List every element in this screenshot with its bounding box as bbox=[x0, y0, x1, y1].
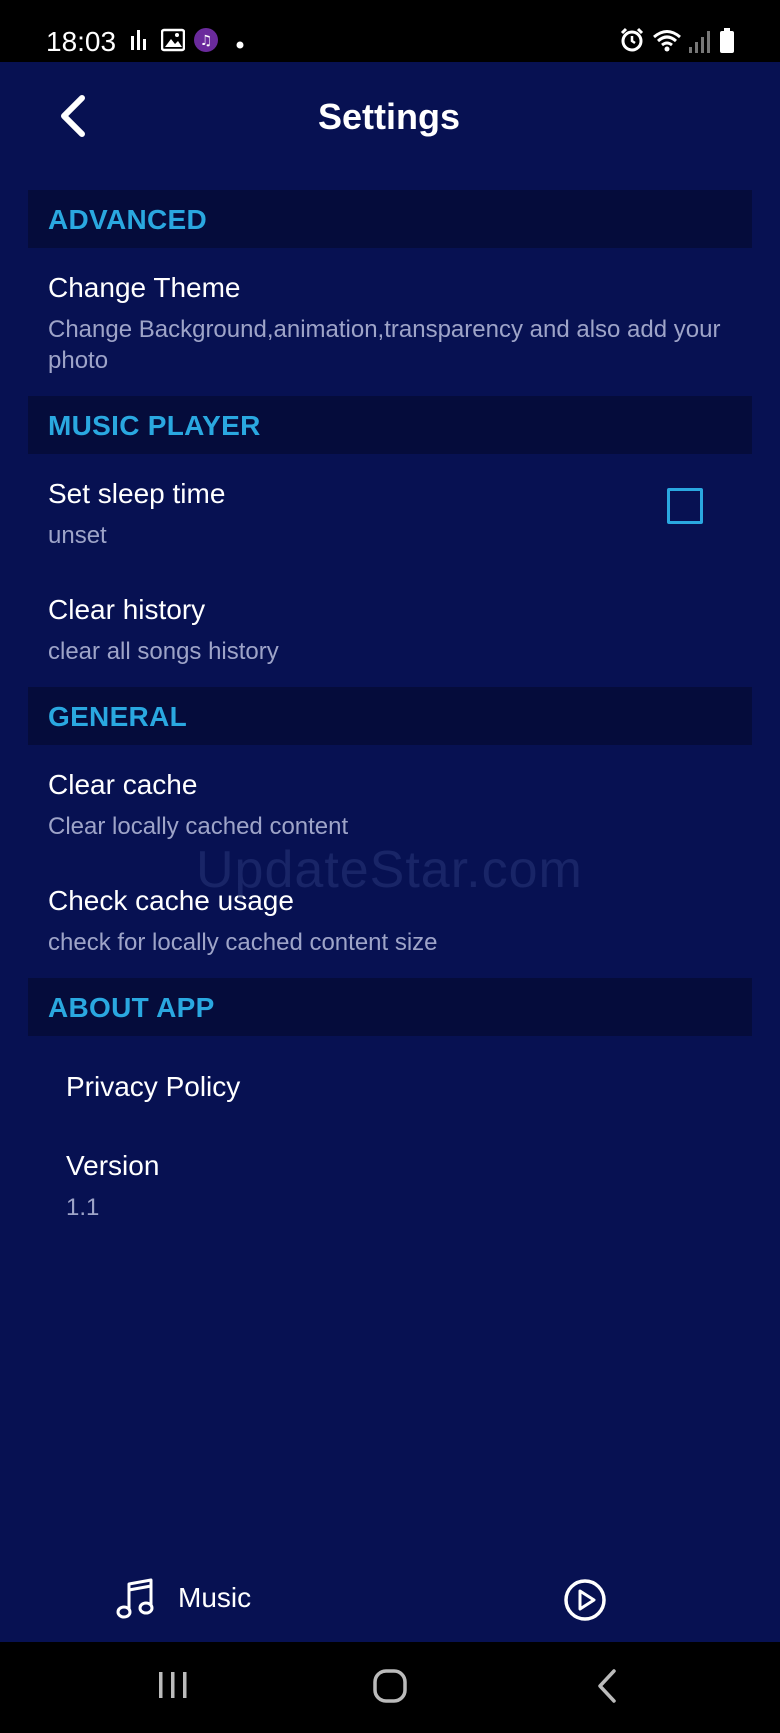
item-subtitle: Clear locally cached content bbox=[48, 813, 349, 840]
battery-icon bbox=[719, 28, 735, 59]
version-item: Version 1.1 bbox=[28, 1150, 752, 1230]
version-value: 1.1 bbox=[66, 1194, 100, 1221]
item-subtitle: clear all songs history bbox=[48, 638, 279, 665]
play-button[interactable] bbox=[563, 1578, 607, 1622]
item-title: Clear history bbox=[48, 594, 206, 625]
app-notification-icon: ♫ bbox=[193, 27, 219, 58]
alarm-icon bbox=[619, 27, 645, 58]
settings-screen: 18:03 ♫ Settings ADVANCED Change Theme C… bbox=[0, 0, 780, 1733]
item-subtitle: unset bbox=[48, 522, 107, 549]
image-notification-icon bbox=[160, 28, 186, 57]
wifi-icon bbox=[652, 29, 682, 58]
section-label: ABOUT APP bbox=[48, 992, 215, 1023]
status-bar: 18:03 ♫ bbox=[0, 0, 780, 62]
signal-icon bbox=[688, 30, 710, 59]
section-label: MUSIC PLAYER bbox=[48, 410, 261, 441]
item-subtitle: Change Background,animation,transparency… bbox=[48, 316, 721, 374]
clear-cache-item[interactable]: Clear cache Clear locally cached content bbox=[28, 769, 752, 849]
page-title: Settings bbox=[317, 96, 460, 137]
privacy-policy-item[interactable]: Privacy Policy bbox=[28, 1071, 752, 1121]
item-title: Privacy Policy bbox=[66, 1071, 241, 1102]
music-tab-label: Music bbox=[178, 1582, 252, 1613]
play-circle-icon bbox=[564, 1579, 606, 1621]
recents-button[interactable] bbox=[156, 1668, 190, 1707]
system-back-button[interactable] bbox=[594, 1668, 622, 1709]
system-navigation-bar bbox=[0, 1642, 780, 1733]
app-bar: Settings bbox=[0, 62, 780, 172]
sleep-time-item[interactable]: Set sleep time unset bbox=[28, 478, 752, 558]
section-header-about-app: ABOUT APP bbox=[28, 978, 752, 1036]
equalizer-notification-icon bbox=[130, 28, 148, 57]
bottom-player-bar: Music bbox=[0, 1560, 780, 1642]
section-header-general: GENERAL bbox=[28, 687, 752, 745]
music-note-icon bbox=[116, 1578, 154, 1619]
sleep-time-checkbox[interactable] bbox=[667, 488, 703, 524]
more-notifications-dot-icon bbox=[236, 36, 244, 54]
section-label: GENERAL bbox=[48, 701, 187, 732]
clear-history-item[interactable]: Clear history clear all songs history bbox=[28, 594, 752, 674]
music-tab[interactable]: Music bbox=[116, 1578, 251, 1622]
watermark: UpdateStar.com bbox=[196, 841, 583, 899]
section-label: ADVANCED bbox=[48, 204, 207, 235]
home-button[interactable] bbox=[372, 1668, 408, 1709]
home-icon bbox=[373, 1669, 407, 1703]
item-title: Clear cache bbox=[48, 769, 198, 800]
section-header-music-player: MUSIC PLAYER bbox=[28, 396, 752, 454]
svg-text:♫: ♫ bbox=[200, 33, 213, 49]
nav-back-icon bbox=[598, 1669, 616, 1703]
item-title: Version bbox=[66, 1150, 160, 1181]
item-title: Set sleep time bbox=[48, 478, 226, 509]
section-header-advanced: ADVANCED bbox=[28, 190, 752, 248]
item-title: Change Theme bbox=[48, 272, 241, 303]
status-time: 18:03 bbox=[46, 26, 117, 57]
recents-icon bbox=[159, 1672, 187, 1698]
item-subtitle: check for locally cached content size bbox=[48, 929, 438, 956]
change-theme-item[interactable]: Change Theme Change Background,animation… bbox=[28, 272, 752, 378]
